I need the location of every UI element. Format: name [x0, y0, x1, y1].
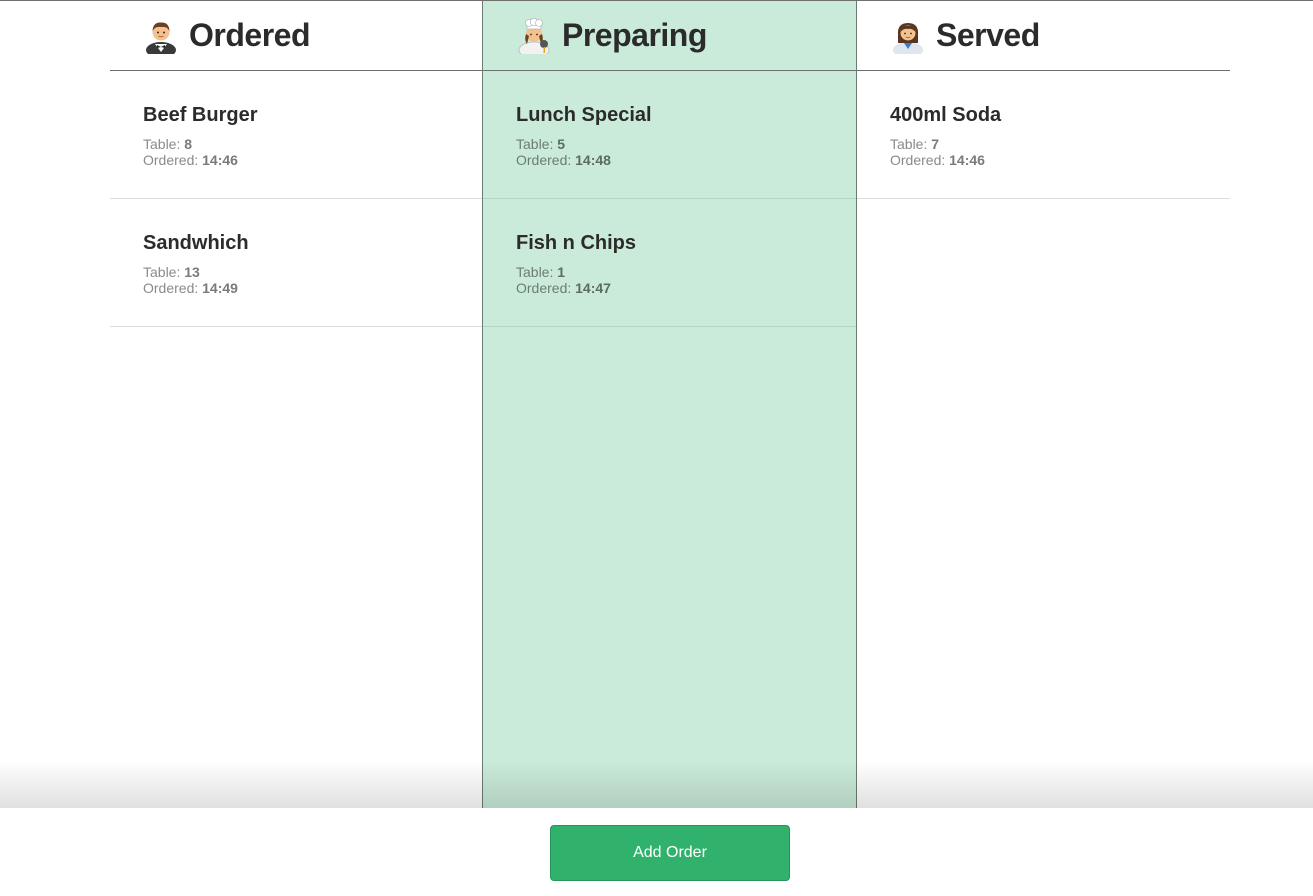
order-table: Table: 7	[890, 136, 940, 152]
order-table: Table: 5	[516, 136, 566, 152]
cook-icon	[516, 17, 552, 58]
order-card[interactable]: 400ml Soda Table: 7 Ordered: 14:46	[857, 71, 1230, 199]
waiter-icon	[143, 18, 179, 58]
order-card[interactable]: Sandwhich Table: 13 Ordered: 14:49	[110, 199, 482, 327]
order-name: Lunch Special	[516, 104, 652, 126]
order-name: Fish n Chips	[516, 232, 636, 254]
order-name: Beef Burger	[143, 104, 258, 126]
order-table: Table: 1	[516, 264, 566, 280]
column-title: Ordered	[189, 17, 310, 53]
add-order-button[interactable]: Add Order	[550, 825, 790, 881]
order-card[interactable]: Lunch Special Table: 5 Ordered: 14:48	[483, 71, 856, 199]
order-card[interactable]: Fish n Chips Table: 1 Ordered: 14:47	[483, 199, 856, 327]
order-table: Table: 8	[143, 136, 193, 152]
order-table: Table: 13	[143, 264, 200, 280]
order-board: Ordered Beef Burger Table: 8 Ordered: 14…	[110, 1, 1230, 808]
order-time: Ordered: 14:49	[143, 280, 238, 296]
order-time: Ordered: 14:47	[516, 280, 611, 296]
order-name: 400ml Soda	[890, 104, 1002, 126]
order-name: Sandwhich	[143, 232, 249, 254]
column-title: Preparing	[562, 17, 707, 53]
column-header: Ordered	[110, 1, 482, 71]
order-card[interactable]: Beef Burger Table: 8 Ordered: 14:46	[110, 71, 482, 199]
column-ordered: Ordered Beef Burger Table: 8 Ordered: 14…	[110, 1, 482, 808]
footer-bar: Add Order	[0, 808, 1313, 896]
column-title: Served	[936, 17, 1040, 53]
order-time: Ordered: 14:46	[890, 152, 985, 168]
order-time: Ordered: 14:46	[143, 152, 238, 168]
column-header: Served	[857, 1, 1230, 71]
office-worker-icon	[890, 18, 926, 58]
column-header: Preparing	[483, 1, 856, 71]
order-time: Ordered: 14:48	[516, 152, 611, 168]
column-preparing: Preparing Lunch Special Table: 5 Ordered…	[482, 1, 857, 808]
column-served: Served 400ml Soda Table: 7 Ordered: 14:4…	[857, 1, 1230, 808]
